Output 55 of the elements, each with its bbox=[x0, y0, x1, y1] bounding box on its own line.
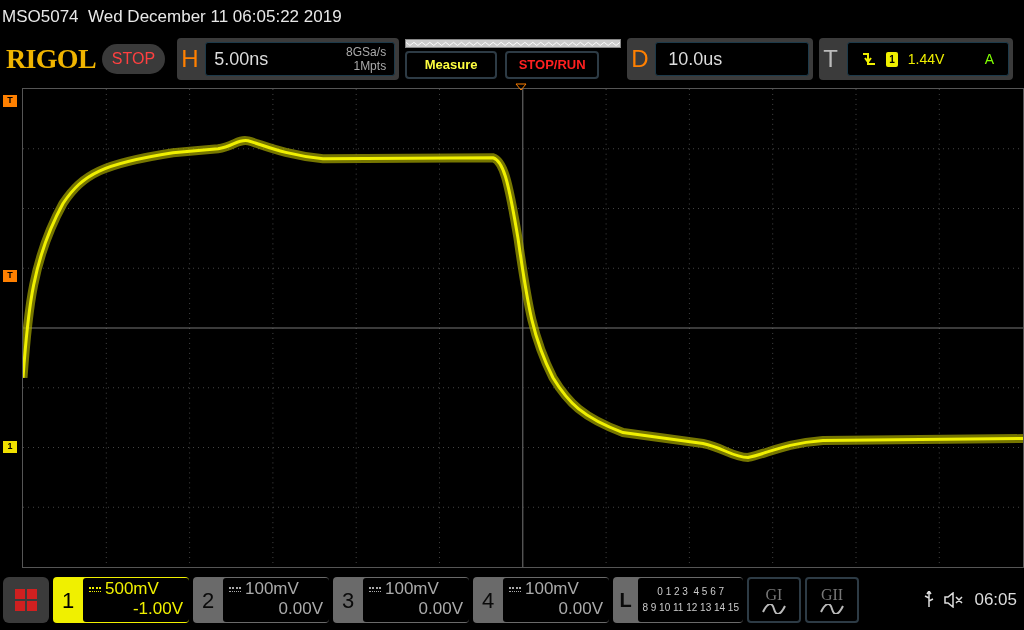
trigger-position-icon bbox=[515, 83, 527, 91]
timebase-value: 5.00ns bbox=[214, 47, 269, 71]
channel-offset: -1.00V bbox=[132, 599, 183, 619]
trigger-level: 1.44V bbox=[907, 49, 945, 69]
logic-channels-row-text: 0 1 2 3 4 5 6 7 bbox=[656, 585, 726, 599]
measure-button[interactable]: Measure bbox=[405, 51, 498, 79]
stop-run-button[interactable]: STOP/RUN bbox=[505, 51, 600, 79]
dc-coupling-icon bbox=[509, 586, 521, 592]
volts-per-division: 100mV bbox=[245, 579, 299, 599]
channel-number: 2 bbox=[200, 586, 216, 615]
channel-marker[interactable]: 1 bbox=[3, 441, 17, 453]
brand-logo: RIGOL bbox=[6, 42, 96, 76]
mute-icon[interactable] bbox=[944, 592, 965, 608]
generator-button[interactable]: GI bbox=[747, 577, 801, 623]
channel-number: 3 bbox=[340, 586, 356, 615]
volts-per-division: 500mV bbox=[105, 579, 159, 599]
grid-squares-icon bbox=[15, 589, 37, 611]
channel-tab[interactable]: 3 100mV 0.00V bbox=[333, 577, 469, 623]
trigger-label: T bbox=[823, 44, 839, 74]
sine-wave-icon bbox=[820, 604, 844, 614]
logic-label: L bbox=[618, 588, 633, 613]
horizontal-panel[interactable]: H 5.00ns 8GSa/s 1Mpts bbox=[177, 38, 400, 80]
channel-offset: 0.00V bbox=[278, 599, 323, 619]
trigger-mode: A bbox=[984, 49, 995, 69]
sample-rate: 8GSa/s bbox=[346, 45, 387, 59]
channel-tab[interactable]: 1 500mV -1.00V bbox=[53, 577, 189, 623]
channel-number: 1 bbox=[60, 586, 76, 615]
channel-tab[interactable]: 2 100mV 0.00V bbox=[193, 577, 329, 623]
sine-wave-icon bbox=[762, 604, 786, 614]
horizontal-label: H bbox=[181, 44, 200, 74]
clock-time: 06:05 bbox=[974, 589, 1017, 612]
dc-coupling-icon bbox=[89, 586, 101, 592]
dc-coupling-icon bbox=[369, 586, 381, 592]
trigger-panel[interactable]: T 1 1.44V A bbox=[819, 38, 1014, 80]
usb-icon bbox=[924, 591, 935, 609]
channel-offset: 0.00V bbox=[558, 599, 603, 619]
delay-label: D bbox=[631, 44, 650, 74]
falling-edge-icon bbox=[862, 52, 877, 66]
volts-per-division: 100mV bbox=[525, 579, 579, 599]
menu-button[interactable] bbox=[3, 577, 49, 623]
channel-number: 4 bbox=[480, 586, 496, 615]
dc-coupling-icon bbox=[229, 586, 241, 592]
window-title: MSO5074 Wed December 11 06:05:22 2019 bbox=[1, 6, 343, 28]
logic-tab[interactable]: L 0 1 2 3 4 5 6 7 8 9 10 11 12 13 14 15 bbox=[613, 577, 743, 623]
logic-channels-row-text: 8 9 10 11 12 13 14 15 bbox=[642, 601, 739, 615]
channel-tab[interactable]: 4 100mV 0.00V bbox=[473, 577, 609, 623]
memory-depth: 1Mpts bbox=[353, 59, 387, 73]
delay-value: 10.0us bbox=[668, 47, 723, 71]
generator-button[interactable]: GII bbox=[805, 577, 859, 623]
trigger-source: 1 bbox=[886, 51, 898, 67]
channel-marker[interactable]: T bbox=[3, 270, 17, 282]
channel-marker[interactable]: T bbox=[3, 95, 17, 107]
volts-per-division: 100mV bbox=[385, 579, 439, 599]
delay-panel[interactable]: D 10.0us bbox=[627, 38, 814, 80]
channel-offset: 0.00V bbox=[418, 599, 463, 619]
